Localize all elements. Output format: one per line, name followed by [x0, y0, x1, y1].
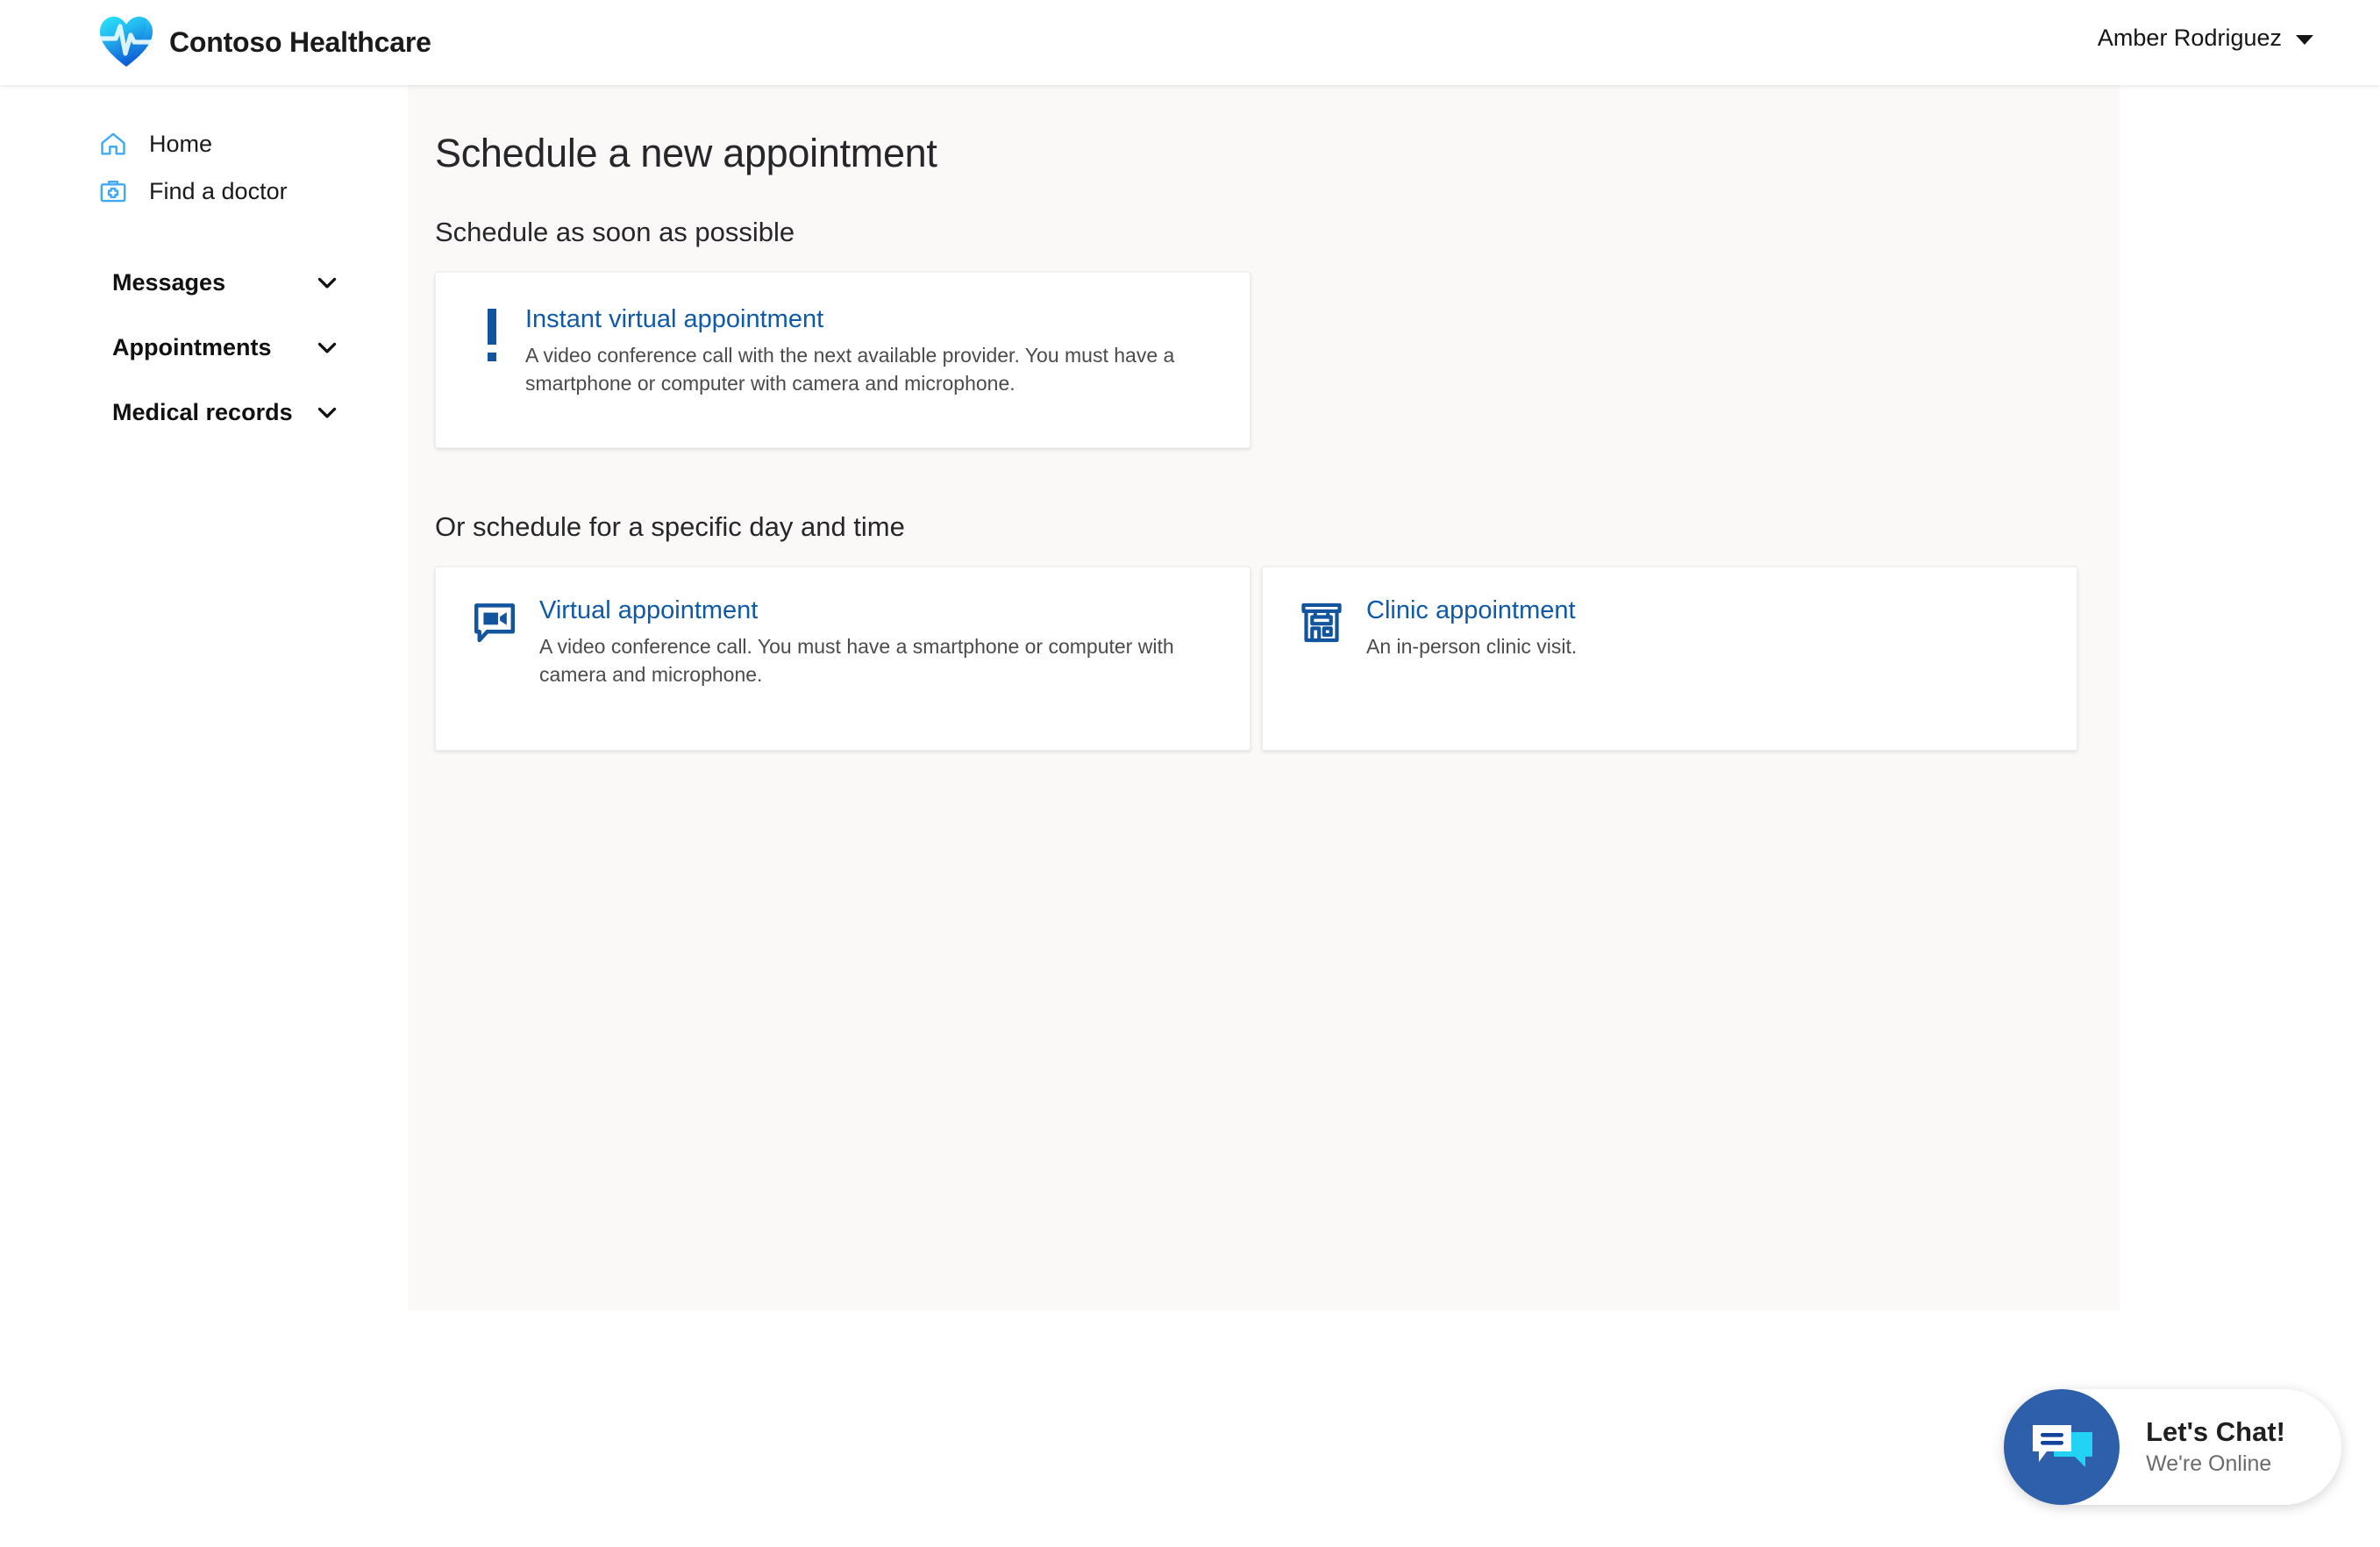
chevron-down-icon — [312, 332, 342, 362]
sidebar-section-label: Messages — [112, 268, 226, 296]
chat-title: Let's Chat! — [2146, 1415, 2285, 1447]
card-virtual-appointment[interactable]: Virtual appointment A video conference c… — [435, 567, 1251, 751]
section-title-scheduled: Or schedule for a specific day and time — [435, 511, 905, 542]
chat-widget-button[interactable]: Let's Chat! We're Online — [2004, 1389, 2341, 1505]
sidebar-item-home[interactable]: Home — [0, 120, 408, 168]
home-icon — [98, 129, 128, 159]
card-description: A video conference call with the next av… — [525, 344, 1175, 395]
exclamation-icon — [471, 305, 513, 363]
chat-status: We're Online — [2146, 1451, 2272, 1477]
card-body: Instant virtual appointment A video conf… — [525, 305, 1215, 397]
sidebar-section-appointments[interactable]: Appointments — [0, 315, 408, 380]
sidebar-section-medical-records[interactable]: Medical records — [0, 380, 408, 445]
heart-pulse-logo — [98, 14, 154, 70]
sidebar-item-label: Home — [149, 130, 213, 157]
app-header: Contoso Healthcare Amber Rodriguez — [0, 0, 2380, 85]
user-name: Amber Rodriguez — [2097, 25, 2282, 51]
card-title: Instant virtual appointment — [525, 305, 824, 333]
card-description: A video conference call. You must have a… — [539, 635, 1174, 686]
brand[interactable]: Contoso Healthcare — [98, 14, 431, 70]
chat-bubbles-icon — [2004, 1389, 2120, 1505]
sidebar-item-label: Find a doctor — [149, 177, 288, 204]
medical-bag-icon — [98, 176, 128, 206]
sidebar-section-label: Appointments — [112, 333, 272, 360]
chevron-down-icon — [312, 397, 342, 427]
video-chat-icon — [469, 596, 520, 647]
chevron-down-icon — [312, 267, 342, 297]
sidebar-section-messages[interactable]: Messages — [0, 250, 408, 315]
card-description: An in-person clinic visit. — [1366, 635, 1578, 659]
card-title: Virtual appointment — [539, 596, 759, 624]
scheduled-card-row: Virtual appointment A video conference c… — [435, 567, 2120, 751]
sidebar: Home Find a doctor Messages Appointments — [0, 85, 408, 1547]
clinic-building-icon — [1296, 596, 1347, 647]
asap-card-row: Instant virtual appointment A video conf… — [435, 272, 2120, 448]
page-title: Schedule a new appointment — [435, 131, 937, 175]
chevron-down-icon — [2296, 35, 2313, 45]
sidebar-divider-space — [0, 215, 408, 250]
chat-text: Let's Chat! We're Online — [2146, 1416, 2285, 1479]
card-body: Clinic appointment An in-person clinic v… — [1366, 596, 2042, 661]
user-menu-button[interactable]: Amber Rodriguez — [2098, 25, 2313, 52]
card-title: Clinic appointment — [1366, 596, 1576, 624]
card-clinic-appointment[interactable]: Clinic appointment An in-person clinic v… — [1262, 567, 2077, 751]
card-body: Virtual appointment A video conference c… — [539, 596, 1215, 688]
sidebar-item-find-a-doctor[interactable]: Find a doctor — [0, 168, 408, 215]
section-title-asap: Schedule as soon as possible — [435, 217, 795, 247]
brand-name: Contoso Healthcare — [169, 25, 431, 58]
card-instant-virtual-appointment[interactable]: Instant virtual appointment A video conf… — [435, 272, 1251, 448]
sidebar-section-label: Medical records — [112, 398, 293, 425]
main-content: Schedule a new appointment Schedule as s… — [408, 85, 2120, 1310]
